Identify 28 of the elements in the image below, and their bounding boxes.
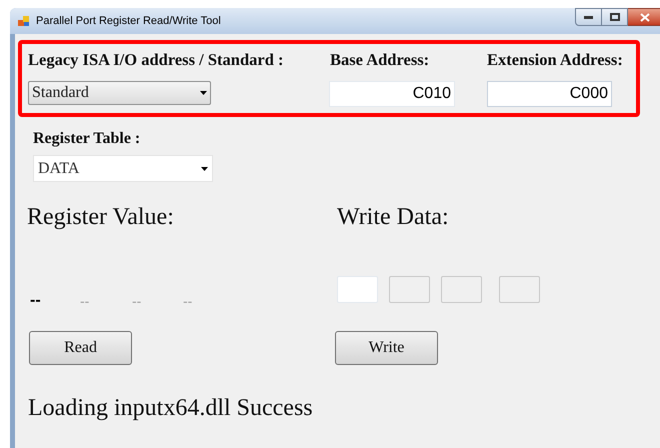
minimize-button[interactable] bbox=[575, 8, 602, 26]
close-button[interactable] bbox=[628, 8, 660, 26]
close-icon bbox=[640, 12, 650, 22]
app-icon bbox=[18, 15, 30, 27]
extension-address-field[interactable]: C000 bbox=[487, 81, 612, 107]
write-button[interactable]: Write bbox=[335, 331, 438, 365]
register-value-label: Register Value: bbox=[27, 203, 175, 232]
register-byte-value: -- bbox=[183, 293, 194, 309]
dropdown-caret-icon bbox=[201, 166, 208, 170]
dropdown-caret-icon bbox=[200, 91, 207, 95]
address-mode-dropdown[interactable]: Standard bbox=[28, 81, 211, 105]
register-byte-value: -- bbox=[30, 293, 42, 309]
write-byte-field[interactable] bbox=[337, 276, 378, 303]
read-button[interactable]: Read bbox=[29, 331, 132, 365]
address-mode-label: Legacy ISA I/O address / Standard : bbox=[28, 50, 284, 70]
register-table-label: Register Table : bbox=[33, 129, 142, 149]
base-address-field[interactable]: C010 bbox=[329, 81, 455, 107]
window-title: Parallel Port Register Read/Write Tool bbox=[36, 14, 221, 29]
status-message: Loading inputx64.dll Success bbox=[28, 395, 313, 421]
register-table-dropdown[interactable]: DATA bbox=[33, 155, 213, 182]
maximize-icon bbox=[610, 13, 620, 21]
register-byte-value: -- bbox=[132, 293, 142, 309]
write-data-label: Write Data: bbox=[337, 203, 449, 232]
register-byte-value: -- bbox=[80, 293, 90, 309]
minimize-icon bbox=[584, 15, 593, 19]
base-address-label: Base Address: bbox=[330, 50, 430, 70]
maximize-button[interactable] bbox=[602, 8, 628, 26]
extension-address-label: Extension Address: bbox=[487, 50, 623, 70]
